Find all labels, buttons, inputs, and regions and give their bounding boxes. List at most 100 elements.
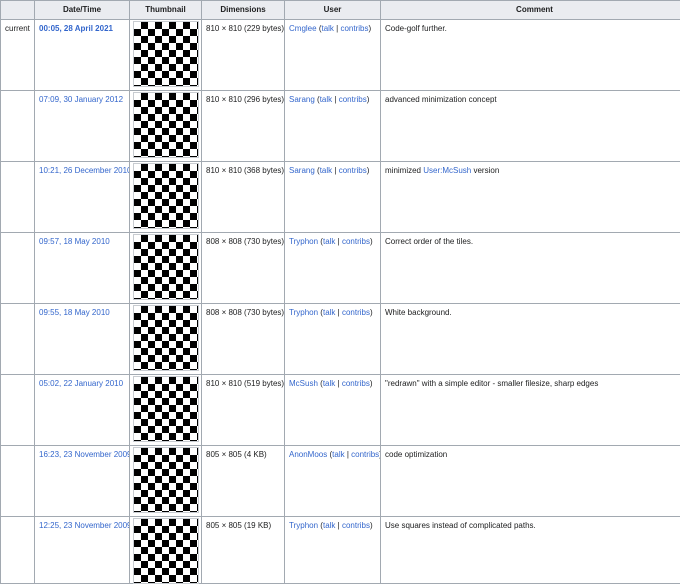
current-cell: current bbox=[1, 20, 35, 91]
user-cell: Tryphon (talk | contribs) bbox=[285, 517, 381, 584]
datetime-link[interactable]: 16:23, 23 November 2009 bbox=[39, 450, 129, 459]
contribs-link[interactable]: contribs bbox=[342, 237, 370, 246]
comment-text: White background. bbox=[385, 308, 452, 317]
table-row: 09:57, 18 May 2010 808 × 808 (730 bytes)… bbox=[1, 233, 680, 304]
user-cell: Sarang (talk | contribs) bbox=[285, 91, 381, 162]
dimensions-value: 808 × 808 (730 bytes) bbox=[202, 304, 284, 318]
comment-cell: Correct order of the tiles. bbox=[381, 233, 680, 304]
checkerboard-thumbnail-icon[interactable] bbox=[134, 448, 198, 512]
link-separator: | bbox=[338, 379, 340, 388]
file-history-table: Date/Time Thumbnail Dimensions User Comm… bbox=[0, 0, 680, 584]
dimensions-value: 810 × 810 (519 bytes) bbox=[202, 375, 284, 389]
contribs-link[interactable]: contribs bbox=[342, 379, 370, 388]
current-cell bbox=[1, 446, 35, 517]
checkerboard-thumbnail-icon[interactable] bbox=[134, 519, 198, 583]
talk-link[interactable]: talk bbox=[323, 308, 335, 317]
header-thumbnail: Thumbnail bbox=[130, 1, 202, 20]
checkerboard-thumbnail-icon[interactable] bbox=[134, 164, 198, 228]
current-cell bbox=[1, 517, 35, 584]
user-cell: Tryphon (talk | contribs) bbox=[285, 233, 381, 304]
checkerboard-thumbnail-icon[interactable] bbox=[134, 22, 198, 86]
dimensions-cell: 810 × 810 (368 bytes) bbox=[202, 162, 285, 233]
current-cell bbox=[1, 233, 35, 304]
header-current bbox=[1, 1, 35, 20]
user-link[interactable]: Tryphon bbox=[289, 237, 318, 246]
talk-link[interactable]: talk bbox=[332, 450, 344, 459]
comment-cell: minimized User:McSush version bbox=[381, 162, 680, 233]
datetime-link[interactable]: 05:02, 22 January 2010 bbox=[39, 379, 123, 388]
dimensions-cell: 808 × 808 (730 bytes) bbox=[202, 233, 285, 304]
comment-cell: "redrawn" with a simple editor - smaller… bbox=[381, 375, 680, 446]
table-row: 12:25, 23 November 2009 805 × 805 (19 KB… bbox=[1, 517, 680, 584]
dimensions-cell: 810 × 810 (296 bytes) bbox=[202, 91, 285, 162]
user-link[interactable]: Sarang bbox=[289, 166, 315, 175]
datetime-cell: 09:57, 18 May 2010 bbox=[35, 233, 130, 304]
table-row: 10:21, 26 December 2010 810 × 810 (368 b… bbox=[1, 162, 680, 233]
comment-cell: White background. bbox=[381, 304, 680, 375]
datetime-link[interactable]: 09:57, 18 May 2010 bbox=[39, 237, 110, 246]
dimensions-value: 805 × 805 (4 KB) bbox=[202, 446, 284, 460]
user-cell: Sarang (talk | contribs) bbox=[285, 162, 381, 233]
datetime-link[interactable]: 07:09, 30 January 2012 bbox=[39, 95, 123, 104]
contribs-link[interactable]: contribs bbox=[342, 521, 370, 530]
contribs-link[interactable]: contribs bbox=[339, 166, 367, 175]
talk-link[interactable]: talk bbox=[320, 95, 332, 104]
table-row: 07:09, 30 January 2012 810 × 810 (296 by… bbox=[1, 91, 680, 162]
contribs-link[interactable]: contribs bbox=[351, 450, 379, 459]
comment-cell: advanced minimization concept bbox=[381, 91, 680, 162]
user-cell: McSush (talk | contribs) bbox=[285, 375, 381, 446]
table-row: 09:55, 18 May 2010 808 × 808 (730 bytes)… bbox=[1, 304, 680, 375]
thumbnail-cell bbox=[130, 446, 202, 517]
checkerboard-thumbnail-icon[interactable] bbox=[134, 93, 198, 157]
user-cell: Tryphon (talk | contribs) bbox=[285, 304, 381, 375]
datetime-cell: 12:25, 23 November 2009 bbox=[35, 517, 130, 584]
dimensions-cell: 810 × 810 (229 bytes) bbox=[202, 20, 285, 91]
current-cell bbox=[1, 375, 35, 446]
user-link[interactable]: Tryphon bbox=[289, 521, 318, 530]
user-link[interactable]: Sarang bbox=[289, 95, 315, 104]
current-cell bbox=[1, 91, 35, 162]
talk-link[interactable]: talk bbox=[323, 237, 335, 246]
header-datetime: Date/Time bbox=[35, 1, 130, 20]
table-row: 16:23, 23 November 2009 805 × 805 (4 KB)… bbox=[1, 446, 680, 517]
comment-cell: Code-golf further. bbox=[381, 20, 680, 91]
comment-user-link[interactable]: User:McSush bbox=[423, 166, 471, 175]
current-cell bbox=[1, 162, 35, 233]
talk-link[interactable]: talk bbox=[321, 24, 333, 33]
link-separator: | bbox=[338, 237, 340, 246]
datetime-link[interactable]: 09:55, 18 May 2010 bbox=[39, 308, 110, 317]
user-link[interactable]: AnonMoos bbox=[289, 450, 327, 459]
current-cell bbox=[1, 304, 35, 375]
contribs-link[interactable]: contribs bbox=[342, 308, 370, 317]
table-row: 05:02, 22 January 2010 810 × 810 (519 by… bbox=[1, 375, 680, 446]
checkerboard-thumbnail-icon[interactable] bbox=[134, 377, 198, 441]
thumbnail-cell bbox=[130, 233, 202, 304]
user-link[interactable]: McSush bbox=[289, 379, 318, 388]
dimensions-cell: 805 × 805 (4 KB) bbox=[202, 446, 285, 517]
user-link[interactable]: Tryphon bbox=[289, 308, 318, 317]
link-separator: | bbox=[338, 521, 340, 530]
datetime-link[interactable]: 00:05, 28 April 2021 bbox=[39, 24, 113, 33]
talk-link[interactable]: talk bbox=[320, 166, 332, 175]
comment-text: Correct order of the tiles. bbox=[385, 237, 473, 246]
link-separator: | bbox=[338, 308, 340, 317]
datetime-cell: 00:05, 28 April 2021 bbox=[35, 20, 130, 91]
datetime-link[interactable]: 10:21, 26 December 2010 bbox=[39, 166, 129, 175]
datetime-cell: 09:55, 18 May 2010 bbox=[35, 304, 130, 375]
datetime-cell: 05:02, 22 January 2010 bbox=[35, 375, 130, 446]
dimensions-value: 810 × 810 (229 bytes) bbox=[202, 20, 284, 34]
datetime-link[interactable]: 12:25, 23 November 2009 bbox=[39, 521, 129, 530]
thumbnail-cell bbox=[130, 162, 202, 233]
contribs-link[interactable]: contribs bbox=[339, 95, 367, 104]
link-separator: | bbox=[336, 24, 338, 33]
checkerboard-thumbnail-icon[interactable] bbox=[134, 235, 198, 299]
comment-cell: code optimization bbox=[381, 446, 680, 517]
comment-text-after: version bbox=[471, 166, 499, 175]
dimensions-cell: 810 × 810 (519 bytes) bbox=[202, 375, 285, 446]
dimensions-value: 805 × 805 (19 KB) bbox=[202, 517, 284, 531]
contribs-link[interactable]: contribs bbox=[340, 24, 368, 33]
user-link[interactable]: Cmglee bbox=[289, 24, 317, 33]
talk-link[interactable]: talk bbox=[323, 521, 335, 530]
checkerboard-thumbnail-icon[interactable] bbox=[134, 306, 198, 370]
talk-link[interactable]: talk bbox=[323, 379, 335, 388]
